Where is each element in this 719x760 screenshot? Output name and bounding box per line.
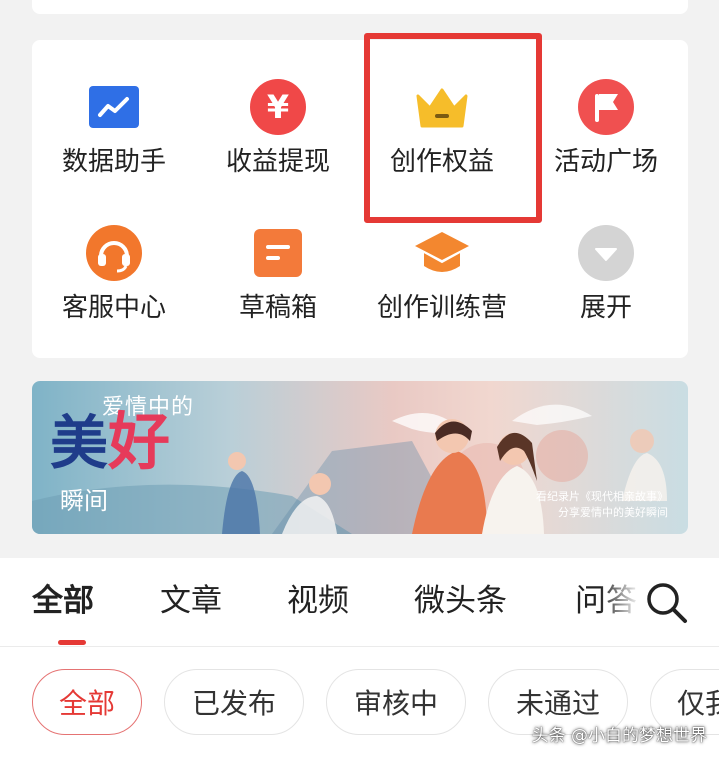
tab-micro-headlines[interactable]: 微头条 [414,580,507,622]
graduation-cap-icon [413,224,471,282]
chart-icon [85,78,143,136]
grid-item-label: 客服中心 [61,293,166,323]
search-icon[interactable] [642,578,692,628]
grid-item-label: 数据助手 [61,147,166,177]
crown-icon [413,78,471,136]
banner-big-title-1: 美 [50,409,109,477]
grid-item-label: 草稿箱 [238,293,317,323]
grid-item-data-assistant[interactable]: 数据助手 [32,40,196,180]
svg-text:¥: ¥ [267,88,289,126]
grid-item-label: 展开 [579,293,632,323]
promo-banner[interactable]: 爱情中的 美好 瞬间 看纪录片《现代相亲故事》 分享爱情中的美好瞬间 [32,381,688,534]
grid-item-label: 收益提现 [225,147,330,177]
grid-item-drafts[interactable]: 草稿箱 [196,186,360,326]
banner-caption-line1: 看纪录片《现代相亲故事》 [536,490,668,503]
banner-big-title-2: 好 [108,405,171,478]
grid-item-income-withdraw[interactable]: ¥ 收益提现 [196,40,360,180]
filter-chip-all[interactable]: 全部 [32,669,142,735]
flag-icon [577,78,635,136]
filter-chip-under-review[interactable]: 审核中 [326,669,466,735]
yuan-icon: ¥ [249,78,307,136]
tab-all[interactable]: 全部 [32,580,94,622]
banner-moment-text: 瞬间 [60,487,108,515]
content-type-tabs: 全部 文章 视频 微头条 问答 [0,558,719,647]
grid-item-label: 创作权益 [389,147,494,177]
creator-tools-grid: 数据助手 ¥ 收益提现 创作权益 活动广场 客服中心 草稿箱 创作训练营 展开 [32,40,688,358]
grid-item-expand[interactable]: 展开 [524,186,688,326]
headset-icon [85,224,143,282]
tab-articles[interactable]: 文章 [160,580,222,622]
grid-item-creator-rights[interactable]: 创作权益 [360,40,524,180]
grid-item-label: 创作训练营 [376,293,507,323]
tab-videos[interactable]: 视频 [287,580,349,622]
draft-icon [249,224,307,282]
banner-caption: 看纪录片《现代相亲故事》 分享爱情中的美好瞬间 [536,489,668,521]
tabs-fade-overlay [600,558,640,646]
watermark-text: 头条 @小白的梦想世界 [531,726,707,746]
grid-item-label: 活动广场 [553,147,658,177]
active-tab-indicator [58,640,86,645]
banner-caption-line2: 分享爱情中的美好瞬间 [558,506,668,519]
filter-chip-published[interactable]: 已发布 [164,669,304,735]
top-card [32,0,688,14]
grid-item-training-camp[interactable]: 创作训练营 [360,186,524,326]
chevron-down-icon [577,224,635,282]
grid-item-customer-service[interactable]: 客服中心 [32,186,196,326]
grid-item-activity-square[interactable]: 活动广场 [524,40,688,180]
banner-big-title: 美好 [50,409,170,477]
